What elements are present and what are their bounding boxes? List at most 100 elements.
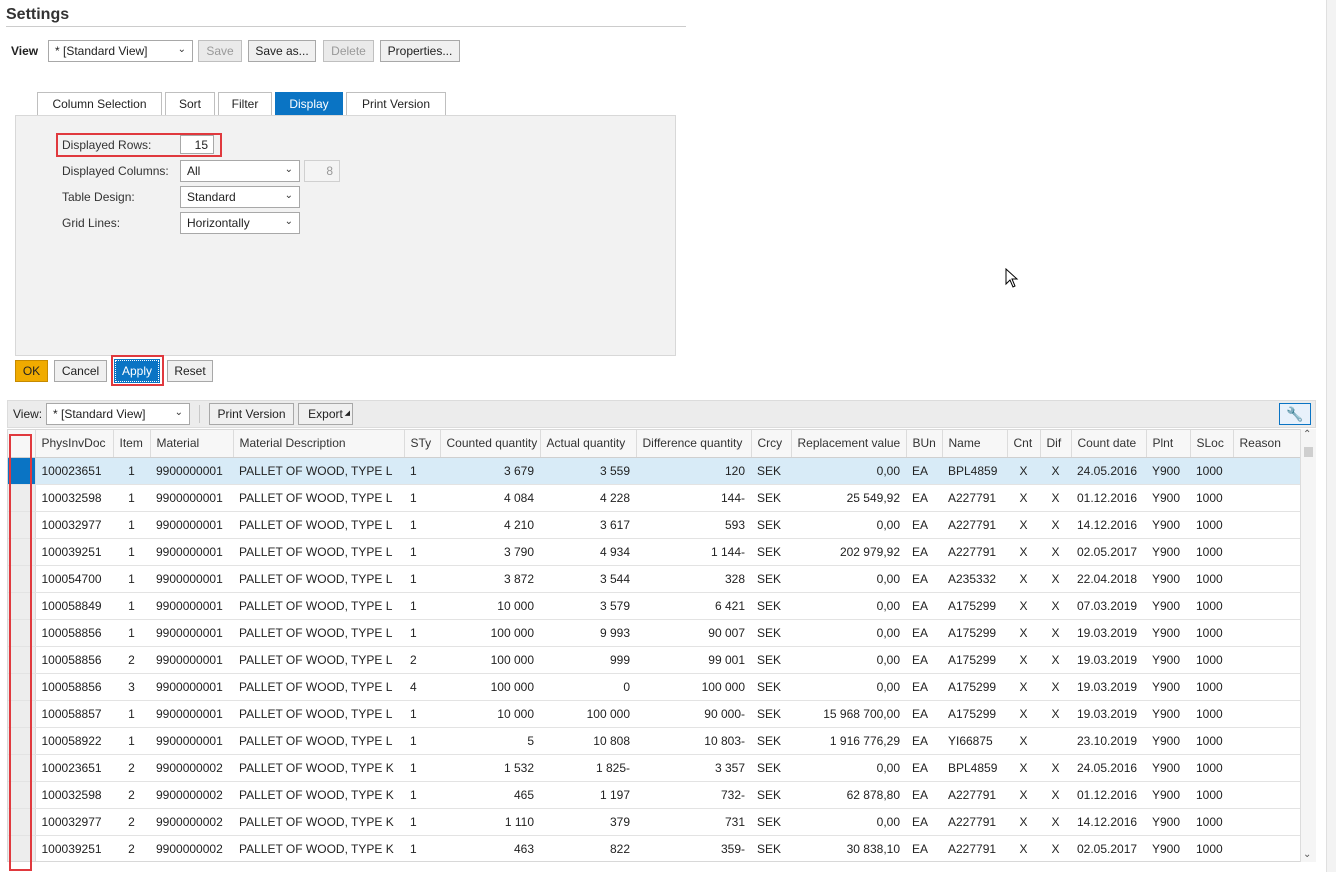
table-row[interactable]: 100039251 1 9900000001 PALLET OF WOOD, TYPE… xyxy=(8,538,1301,566)
table-cell: 9900000002 xyxy=(150,754,233,782)
table-row[interactable]: 100023651 1 9900000001 PALLET OF WOOD, TYPE… xyxy=(8,457,1301,485)
column-header[interactable]: PhysInvDoc xyxy=(35,430,114,458)
table-view-label: View: xyxy=(13,407,43,421)
ok-button[interactable]: OK xyxy=(15,360,48,382)
table-cell: BPL4859 xyxy=(942,457,1007,485)
apply-button[interactable]: Apply xyxy=(114,359,160,383)
table-cell: 1000 xyxy=(1190,727,1233,755)
properties-button[interactable]: Properties... xyxy=(380,40,460,62)
table-row[interactable]: 100058856 1 9900000001 PALLET OF WOOD, TYPE… xyxy=(8,619,1301,647)
table-cell: 1 xyxy=(404,700,440,728)
table-row[interactable]: 100058849 1 9900000001 PALLET OF WOOD, TYPE… xyxy=(8,592,1301,620)
table-cell: 9 993 xyxy=(540,619,636,647)
cancel-button[interactable]: Cancel xyxy=(54,360,107,382)
chevron-down-icon[interactable]: ⌄ xyxy=(1303,849,1311,860)
table-cell: SEK xyxy=(751,619,791,647)
table-row[interactable]: 100039251 2 9900000002 PALLET OF WOOD, TYPE… xyxy=(8,835,1301,861)
column-header[interactable]: Cnt xyxy=(1007,430,1041,458)
scrollbar-thumb[interactable] xyxy=(1304,447,1313,457)
table-cell: 1 825- xyxy=(540,754,636,782)
displayed-rows-input[interactable]: 15 xyxy=(180,135,214,154)
export-button[interactable]: Export ◢ xyxy=(298,403,353,425)
table-cell: EA xyxy=(906,808,942,836)
table-cell: 90 007 xyxy=(636,619,751,647)
reset-button[interactable]: Reset xyxy=(167,360,213,382)
view-select[interactable]: * [Standard View] ⌄ xyxy=(48,40,193,62)
table-cell: X xyxy=(1040,457,1071,485)
column-header[interactable]: Replacement value xyxy=(791,430,907,458)
table-cell: 1 xyxy=(113,592,150,620)
column-header[interactable]: Item xyxy=(113,430,151,458)
column-header[interactable]: Reason xyxy=(1233,430,1302,458)
table-cell: 10 000 xyxy=(440,592,540,620)
table-cell: X xyxy=(1007,700,1040,728)
table-cell: 3 544 xyxy=(540,565,636,593)
table-cell: 379 xyxy=(540,808,636,836)
column-header[interactable]: STy xyxy=(404,430,441,458)
column-header[interactable]: SLoc xyxy=(1190,430,1234,458)
table-cell xyxy=(1233,592,1301,620)
table-cell: EA xyxy=(906,835,942,861)
tab-display[interactable]: Display xyxy=(275,92,343,116)
table-design-select[interactable]: Standard ⌄ xyxy=(180,186,300,208)
column-header[interactable]: Difference quantity xyxy=(636,430,752,458)
table-cell: 0,00 xyxy=(791,565,906,593)
table-row[interactable]: 100058857 1 9900000001 PALLET OF WOOD, TYPE… xyxy=(8,700,1301,728)
column-header[interactable]: Material Description xyxy=(233,430,405,458)
save-as-button[interactable]: Save as... xyxy=(248,40,316,62)
table-cell: 10 803- xyxy=(636,727,751,755)
table-cell: 9900000002 xyxy=(150,781,233,809)
table-cell xyxy=(1233,700,1301,728)
table-toolbar xyxy=(7,400,1316,428)
table-cell: PALLET OF WOOD, TYPE L xyxy=(233,592,404,620)
table-row[interactable]: 100058856 2 9900000001 PALLET OF WOOD, TYPE… xyxy=(8,646,1301,674)
tab-column-selection[interactable]: Column Selection xyxy=(37,92,162,116)
table-cell: 3 679 xyxy=(440,457,540,485)
table-cell: 2 xyxy=(404,646,440,674)
table-row[interactable]: 100032977 1 9900000001 PALLET OF WOOD, TYPE… xyxy=(8,511,1301,539)
wrench-icon[interactable]: 🔧 xyxy=(1279,403,1311,425)
tab-sort[interactable]: Sort xyxy=(165,92,215,116)
table-cell: 144- xyxy=(636,484,751,512)
table-cell: 100058856 xyxy=(35,673,113,701)
chevron-up-icon[interactable]: ⌃ xyxy=(1303,429,1311,440)
table-cell: 100039251 xyxy=(35,835,113,861)
grid-lines-select[interactable]: Horizontally ⌄ xyxy=(180,212,300,234)
column-header[interactable]: BUn xyxy=(906,430,943,458)
column-header[interactable]: Material xyxy=(150,430,234,458)
table-cell: 1000 xyxy=(1190,457,1233,485)
table-row[interactable]: 100054700 1 9900000001 PALLET OF WOOD, TYPE… xyxy=(8,565,1301,593)
table-cell: 1 144- xyxy=(636,538,751,566)
table-row[interactable]: 100032977 2 9900000002 PALLET OF WOOD, TYPE… xyxy=(8,808,1301,836)
print-version-button[interactable]: Print Version xyxy=(209,403,294,425)
table-cell: 1 xyxy=(404,754,440,782)
table-cell: X xyxy=(1040,565,1071,593)
column-header[interactable]: Name xyxy=(942,430,1008,458)
column-header[interactable]: Crcy xyxy=(751,430,792,458)
table-row[interactable]: 100023651 2 9900000002 PALLET OF WOOD, TYPE… xyxy=(8,754,1301,782)
table-row[interactable]: 100058856 3 9900000001 PALLET OF WOOD, TYPE… xyxy=(8,673,1301,701)
page-scrollbar[interactable] xyxy=(1326,0,1336,872)
table-view-select[interactable]: * [Standard View] ⌄ xyxy=(46,403,190,425)
table-cell: 100039251 xyxy=(35,538,113,566)
delete-button[interactable]: Delete xyxy=(323,40,374,62)
save-button[interactable]: Save xyxy=(198,40,242,62)
tab-filter[interactable]: Filter xyxy=(218,92,272,116)
table-cell: 19.03.2019 xyxy=(1071,619,1146,647)
column-header[interactable]: Actual quantity xyxy=(540,430,637,458)
table-cell: 3 559 xyxy=(540,457,636,485)
table-cell: 1000 xyxy=(1190,673,1233,701)
table-scrollbar[interactable]: ⌃ ⌄ xyxy=(1300,429,1316,862)
displayed-columns-select[interactable]: All ⌄ xyxy=(180,160,300,182)
table-row[interactable]: 100058922 1 9900000001 PALLET OF WOOD, TYPE… xyxy=(8,727,1301,755)
column-header[interactable]: Counted quantity xyxy=(440,430,541,458)
column-header[interactable]: Dif xyxy=(1040,430,1072,458)
chevron-down-icon: ⌄ xyxy=(284,190,293,201)
tab-print-version[interactable]: Print Version xyxy=(346,92,446,116)
table-cell: EA xyxy=(906,457,942,485)
table-row[interactable]: 100032598 1 9900000001 PALLET OF WOOD, TYPE… xyxy=(8,484,1301,512)
table-cell: 202 979,92 xyxy=(791,538,906,566)
table-row[interactable]: 100032598 2 9900000002 PALLET OF WOOD, TYPE… xyxy=(8,781,1301,809)
column-header[interactable]: Plnt xyxy=(1146,430,1191,458)
column-header[interactable]: Count date xyxy=(1071,430,1147,458)
